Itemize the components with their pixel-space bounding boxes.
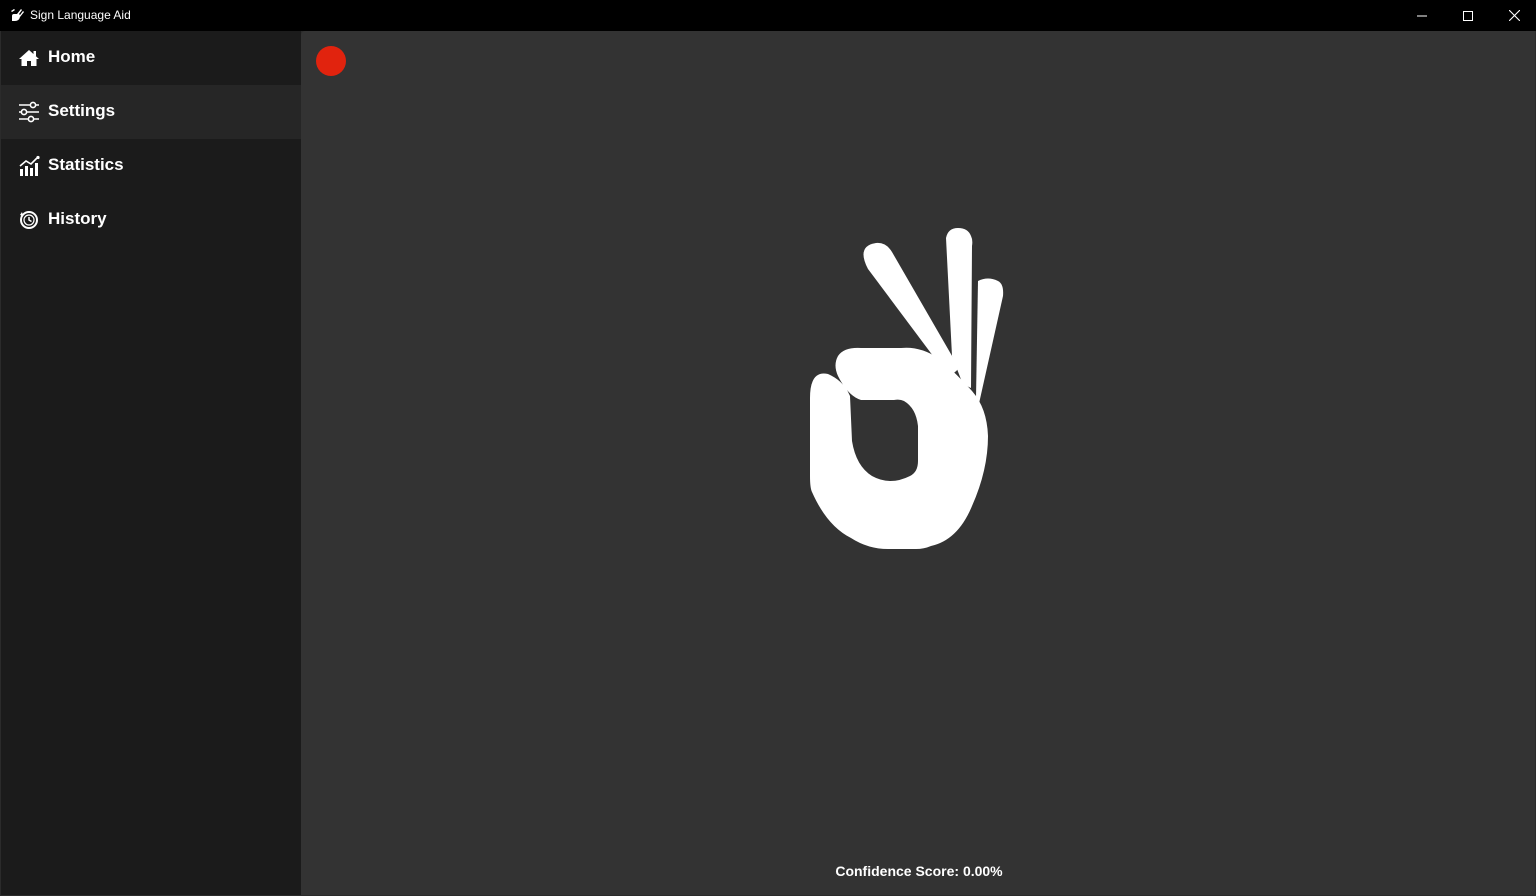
close-icon [1508,10,1520,21]
main-panel: Confidence Score: 0.00% [301,31,1535,895]
ok-hand-sign-icon [810,228,1004,549]
sidebar-item-label: History [48,209,107,228]
window-title: Sign Language Aid [30,8,131,22]
record-button[interactable] [316,46,346,76]
home-icon [19,50,39,66]
sliders-icon [19,101,39,123]
hand-sign-icon [11,9,24,21]
confidence-label: Confidence Score: [835,863,960,879]
sidebar-item-home[interactable]: Home [1,31,301,85]
sidebar-item-settings[interactable]: Settings [1,85,301,139]
sidebar-item-statistics[interactable]: Statistics [1,139,301,193]
title-bar: Sign Language Aid [0,0,1536,31]
history-icon [20,211,38,229]
maximize-icon [1463,10,1473,21]
sidebar-item-label: Statistics [48,155,124,174]
sidebar-item-history[interactable]: History [1,193,301,247]
chart-icon [19,155,40,176]
maximize-button[interactable] [1445,0,1491,31]
sidebar-item-label: Home [48,47,96,66]
minimize-button[interactable] [1399,0,1445,31]
sidebar-item-label: Settings [48,101,116,120]
confidence-score: Confidence Score: 0.00% [301,863,1536,879]
sidebar: Home Settings Statistics History [1,31,301,895]
close-button[interactable] [1491,0,1536,31]
minimize-icon [1417,15,1427,16]
confidence-value: 0.00% [962,863,1003,879]
